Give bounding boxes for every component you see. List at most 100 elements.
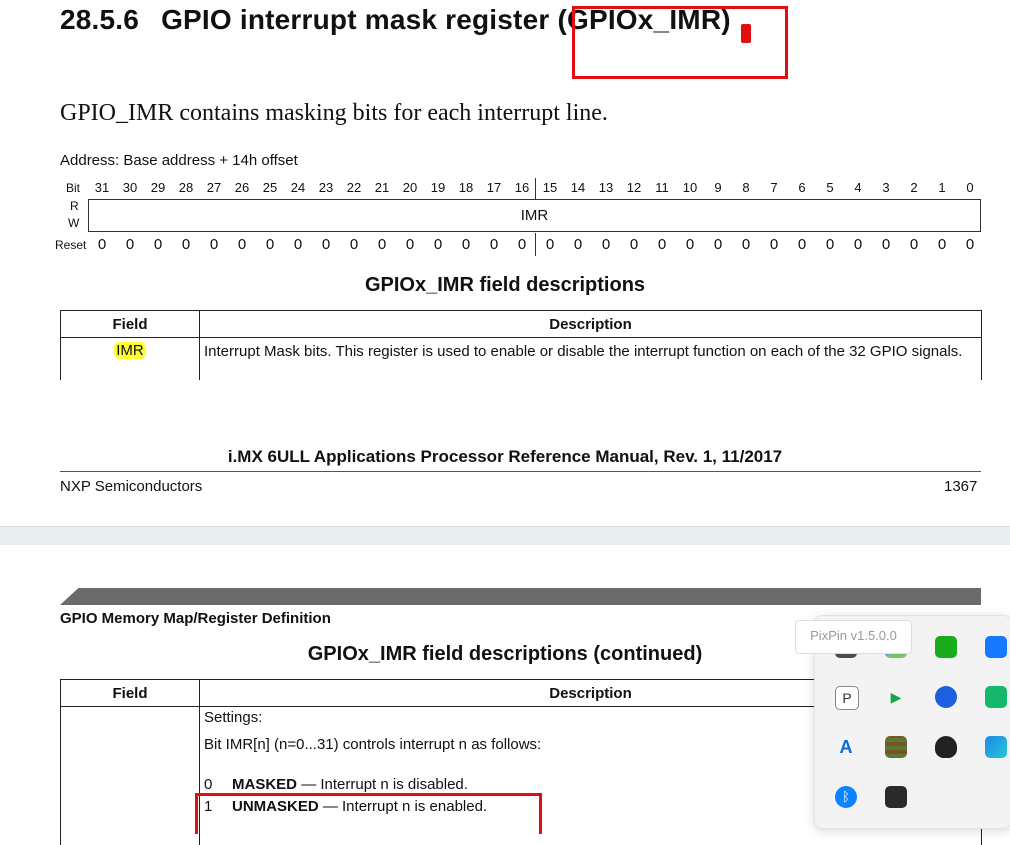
bit-number: 26	[228, 180, 256, 195]
bit-number: 13	[592, 180, 620, 195]
reset-value: 0	[536, 236, 564, 253]
bit-number: 19	[424, 180, 452, 195]
field-description-table: Field Description IMR Interrupt Mask bit…	[60, 310, 982, 380]
reset-value: 0	[228, 236, 256, 253]
autodesk-icon[interactable]: A	[835, 736, 857, 758]
bit-number: 4	[844, 180, 872, 195]
footer-rule	[60, 471, 981, 472]
register-field-name: IMR	[89, 207, 980, 224]
bit-number: 16	[508, 180, 536, 195]
reset-value: 0	[172, 236, 200, 253]
bit-number: 29	[144, 180, 172, 195]
reset-value: 0	[928, 236, 956, 253]
reset-value: 0	[872, 236, 900, 253]
reset-value: 0	[508, 236, 536, 253]
bit-number: 21	[368, 180, 396, 195]
tray-tooltip: PixPin v1.5.0.0	[795, 620, 912, 654]
chapter-header: GPIO Memory Map/Register Definition	[60, 610, 331, 627]
bit-number: 24	[284, 180, 312, 195]
reset-value: 0	[452, 236, 480, 253]
bit-number: 15	[536, 180, 564, 195]
bit-number: 11	[648, 180, 676, 195]
lens-icon[interactable]	[935, 686, 957, 708]
qq-icon[interactable]	[935, 736, 957, 758]
description-cell: Interrupt Mask bits. This register is us…	[200, 338, 982, 381]
manual-footer-title: i.MX 6ULL Applications Processor Referen…	[0, 447, 1010, 467]
reset-value: 0	[368, 236, 396, 253]
bit-number: 14	[564, 180, 592, 195]
option-masked-value: 0	[204, 776, 232, 793]
bit-number: 7	[760, 180, 788, 195]
tencent-meeting-icon[interactable]	[985, 736, 1007, 758]
reset-value: 0	[732, 236, 760, 253]
reset-value: 0	[284, 236, 312, 253]
field-column-header: Field	[61, 680, 200, 707]
bit-number: 23	[312, 180, 340, 195]
annotation-cursor-mark	[741, 24, 751, 43]
bit-number: 0	[956, 180, 984, 195]
option-masked-name: MASKED	[232, 776, 297, 793]
bit-number: 5	[816, 180, 844, 195]
bit-number: 22	[340, 180, 368, 195]
reset-value: 0	[424, 236, 452, 253]
field-cell-empty	[61, 707, 200, 845]
rw-r-label: R	[70, 199, 79, 213]
bit-number: 18	[452, 180, 480, 195]
reset-value: 0	[116, 236, 144, 253]
reset-value: 0	[592, 236, 620, 253]
cube-icon[interactable]	[885, 786, 907, 808]
reset-value: 0	[256, 236, 284, 253]
address-text: Address: Base address + 14h offset	[60, 152, 298, 169]
option-masked-text: — Interrupt n is disabled.	[301, 776, 468, 793]
wechat-icon[interactable]	[935, 636, 957, 658]
bit-number: 8	[732, 180, 760, 195]
footer-company: NXP Semiconductors	[60, 478, 202, 495]
chat-icon[interactable]	[985, 686, 1007, 708]
bit-divider-top	[535, 178, 536, 199]
bit-number: 17	[480, 180, 508, 195]
reset-value: 0	[144, 236, 172, 253]
reset-value: 0	[704, 236, 732, 253]
play-icon[interactable]: ▶	[885, 686, 907, 708]
reset-value: 0	[88, 236, 116, 253]
annotation-box-title	[572, 6, 788, 79]
field-cell: IMR	[61, 338, 200, 381]
reset-value: 0	[676, 236, 704, 253]
reset-value: 0	[648, 236, 676, 253]
reset-value: 0	[956, 236, 984, 253]
reset-label: Reset	[55, 238, 86, 252]
bluetooth-icon[interactable]: ᛒ	[835, 786, 857, 808]
reset-value: 0	[788, 236, 816, 253]
table-row: IMR Interrupt Mask bits. This register i…	[61, 338, 982, 381]
bit-number: 28	[172, 180, 200, 195]
bit-label: Bit	[66, 181, 80, 195]
intro-text: GPIO_IMR contains masking bits for each …	[60, 100, 608, 127]
register-field-box: IMR	[88, 199, 981, 232]
pixpin-icon[interactable]: P	[835, 686, 859, 710]
rw-w-label: W	[68, 216, 79, 230]
description-column-header: Description	[200, 311, 982, 338]
bit-number: 25	[256, 180, 284, 195]
reset-value: 0	[900, 236, 928, 253]
page-separator	[0, 526, 1010, 546]
bit-number: 27	[200, 180, 228, 195]
field-table-title: GPIOx_IMR field descriptions	[0, 274, 1010, 297]
reset-value: 0	[816, 236, 844, 253]
minecraft-icon[interactable]	[885, 736, 907, 758]
reset-value: 0	[312, 236, 340, 253]
reset-value: 0	[480, 236, 508, 253]
section-number: 28.5.6	[60, 4, 139, 35]
bit-number: 2	[900, 180, 928, 195]
reset-value: 0	[340, 236, 368, 253]
bit-number: 6	[788, 180, 816, 195]
bit-number: 10	[676, 180, 704, 195]
field-column-header: Field	[61, 311, 200, 338]
feishu-icon[interactable]	[985, 636, 1007, 658]
field-name-highlighted: IMR	[114, 342, 146, 359]
bit-number: 3	[872, 180, 900, 195]
reset-value: 0	[396, 236, 424, 253]
bit-number: 30	[116, 180, 144, 195]
reset-value: 0	[200, 236, 228, 253]
section-title: GPIO interrupt mask register	[161, 4, 549, 35]
bit-number: 20	[396, 180, 424, 195]
